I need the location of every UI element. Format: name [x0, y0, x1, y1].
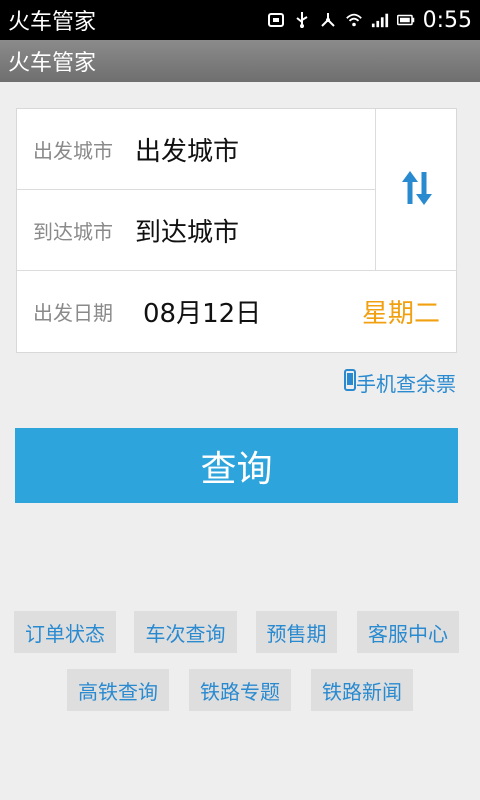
phone-ticket-link-label: 手机查余票 — [356, 372, 456, 396]
departure-date-label: 出发日期 — [33, 301, 113, 325]
train-query-button[interactable]: 车次查询 — [134, 611, 237, 653]
page-title: 火车管家 — [8, 51, 97, 76]
search-form: 出发城市 出发城市 到达城市 到达城市 出发日期 08月12日 星期二 — [16, 108, 457, 353]
to-city-label: 到达城市 — [33, 219, 113, 244]
usb-icon — [293, 11, 311, 29]
status-bar-app-name: 火车管家 — [8, 10, 97, 35]
signal-icon — [371, 11, 389, 29]
customer-service-button[interactable]: 客服中心 — [357, 611, 459, 653]
notification-icon — [267, 11, 285, 29]
phone-icon — [344, 369, 356, 396]
title-bar: 火车管家 — [0, 40, 480, 82]
share-icon — [319, 11, 337, 29]
phone-ticket-link[interactable]: 手机查余票 — [344, 368, 456, 397]
battery-icon — [396, 11, 415, 29]
departure-date-row[interactable]: 出发日期 08月12日 星期二 — [17, 271, 456, 352]
weekday-label: 星期二 — [361, 299, 440, 329]
query-button[interactable]: 查询 — [15, 428, 458, 503]
from-city-field[interactable]: 出发城市 — [135, 131, 239, 168]
high-speed-query-button[interactable]: 高铁查询 — [67, 669, 169, 711]
to-city-field[interactable]: 到达城市 — [135, 212, 239, 249]
departure-date-field[interactable]: 08月12日 — [143, 293, 261, 330]
railway-topic-button[interactable]: 铁路专题 — [189, 669, 291, 711]
order-status-button[interactable]: 订单状态 — [14, 611, 116, 653]
to-city-row[interactable]: 到达城市 到达城市 — [17, 190, 375, 271]
from-city-row[interactable]: 出发城市 出发城市 — [17, 109, 375, 190]
status-icons: 0:55 — [267, 0, 472, 40]
presale-period-button[interactable]: 预售期 — [256, 611, 337, 653]
status-bar: 火车管家 0:55 — [0, 0, 480, 40]
swap-arrows-icon — [400, 168, 434, 212]
swap-cities-button[interactable] — [375, 109, 457, 271]
from-city-label: 出发城市 — [33, 138, 113, 163]
wifi-icon — [345, 11, 363, 29]
status-bar-time: 0:55 — [422, 7, 472, 33]
railway-news-button[interactable]: 铁路新闻 — [311, 669, 413, 711]
